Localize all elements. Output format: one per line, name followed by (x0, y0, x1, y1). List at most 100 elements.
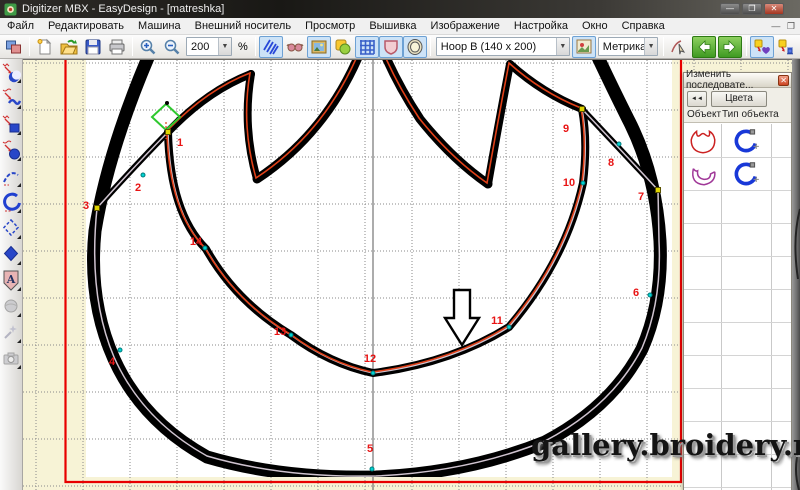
arrow-left-icon (695, 38, 713, 56)
menu-внешний-носитель[interactable]: Внешний носитель (188, 19, 298, 33)
shapes-overlap-button[interactable] (331, 36, 355, 58)
arrow-left-button[interactable] (692, 36, 716, 58)
toolbar-separator (132, 37, 133, 56)
new-doc-button[interactable] (33, 36, 57, 58)
menu-машина[interactable]: Машина (131, 19, 188, 33)
grid-view-button[interactable] (355, 36, 379, 58)
colors-button[interactable]: Цвета (711, 91, 767, 107)
object-thumbnail-row1[interactable] (686, 126, 720, 156)
digitize-tool-column: A (0, 59, 23, 490)
stitch-view-button[interactable] (259, 36, 283, 58)
stitch-view-icon (262, 38, 280, 56)
open-curve-tool-button[interactable] (0, 163, 22, 189)
column-object-type: Тип объекта (722, 109, 779, 122)
mdi-window-controls[interactable]: — ❐ (771, 21, 800, 32)
reshape-pointer-button[interactable] (667, 36, 691, 58)
shapes-overlap-icon (334, 38, 352, 56)
zoom-out-button[interactable] (160, 36, 184, 58)
shade-glasses-icon (286, 38, 304, 56)
close-button[interactable]: ✕ (764, 3, 784, 15)
object-type-icon-row1[interactable] (726, 126, 766, 156)
panel-title: Изменить последовате... (686, 69, 778, 91)
zoom-out-icon (163, 38, 181, 56)
window-edge-strip (792, 59, 800, 490)
chevron-down-icon[interactable]: ▼ (556, 38, 569, 55)
zoom-in-button[interactable] (136, 36, 160, 58)
window-title: Digitizer MBX - EasyDesign - [matreshka] (22, 3, 224, 15)
minimize-button[interactable]: — (720, 3, 740, 15)
hoop-oval-icon (406, 38, 424, 56)
chevron-down-icon[interactable]: ▼ (218, 38, 231, 55)
percent-label: % (234, 41, 252, 53)
panel-close-icon[interactable]: ✕ (778, 75, 789, 86)
main-toolbar: 200▼% Hoop B (140 x 200)▼ Метрика▼ (0, 35, 800, 59)
toolbar-separator (29, 37, 30, 56)
toolbar-separator (663, 37, 664, 56)
window-titlebar: Digitizer MBX - EasyDesign - [matreshka]… (0, 0, 800, 18)
circle-fill-tool-button[interactable] (0, 137, 22, 163)
design-views-icon (5, 38, 23, 56)
shade-glasses-button[interactable] (283, 36, 307, 58)
object-thumbnail-row2[interactable] (686, 159, 720, 189)
reshape-pointer-icon (670, 38, 688, 56)
arrow-right-button[interactable] (718, 36, 742, 58)
seq-spool-icon (777, 38, 795, 56)
print-icon (108, 38, 126, 56)
save-floppy-icon (84, 38, 102, 56)
seq-spool-button[interactable] (774, 36, 798, 58)
seq-color-icon (753, 38, 771, 56)
menu-просмотр[interactable]: Просмотр (298, 19, 362, 33)
save-floppy-button[interactable] (81, 36, 105, 58)
toolbar-separator (255, 37, 256, 56)
hoop-combo[interactable]: Hoop B (140 x 200)▼ (436, 37, 570, 56)
svg-text:A: A (6, 273, 16, 286)
app-icon (4, 3, 17, 16)
object-type-icon-row2[interactable] (726, 159, 766, 189)
image-small-button[interactable] (572, 36, 596, 58)
maximize-button[interactable]: ❐ (742, 3, 762, 15)
print-button[interactable] (105, 36, 129, 58)
arrow-right-icon (721, 38, 739, 56)
image-view-button[interactable] (307, 36, 331, 58)
menubar: ФайлРедактироватьМашинаВнешний носительП… (0, 18, 800, 35)
hoop-shield-icon (382, 38, 400, 56)
menu-редактировать[interactable]: Редактировать (41, 19, 131, 33)
square-fill-tool-button[interactable] (0, 111, 22, 137)
lettering-tool-button[interactable]: A (0, 267, 22, 293)
design-artwork (23, 60, 793, 490)
units-combo[interactable]: Метрика▼ (598, 37, 658, 56)
closed-curve-tool-button[interactable] (0, 189, 22, 215)
chevron-down-icon[interactable]: ▼ (644, 38, 656, 55)
resequence-panel: Изменить последовате... ✕ ◄◄ Цвета Объек… (683, 72, 792, 490)
menu-окно[interactable]: Окно (575, 19, 615, 33)
column-object: Объект (684, 109, 722, 122)
menu-справка[interactable]: Справка (615, 19, 672, 33)
design-canvas[interactable]: 1234567891011121314 (23, 59, 793, 490)
run-stitch-tool-button[interactable] (0, 85, 22, 111)
zoom-combo[interactable]: 200▼ (186, 37, 232, 56)
toolbar-separator (430, 37, 431, 56)
panel-titlebar: Изменить последовате... ✕ (684, 73, 791, 88)
sphere-tool-button (0, 293, 22, 319)
open-folder-button[interactable] (57, 36, 81, 58)
hoop-shield-button[interactable] (379, 36, 403, 58)
grid-view-icon (358, 38, 376, 56)
diamond-outline-tool-button[interactable] (0, 215, 22, 241)
open-folder-icon (60, 38, 78, 56)
toolbar-separator (746, 37, 747, 56)
diamond-fill-tool-button[interactable] (0, 241, 22, 267)
crescent-fill-tool-button[interactable] (0, 59, 22, 85)
resequence-back-button[interactable]: ◄◄ (687, 91, 707, 107)
menu-изображение[interactable]: Изображение (424, 19, 507, 33)
menu-файл[interactable]: Файл (0, 19, 41, 33)
hoop-oval-button[interactable] (403, 36, 427, 58)
panel-column-headers: Объект Тип объекта (684, 109, 791, 123)
object-list (684, 123, 791, 490)
seq-color-button[interactable] (750, 36, 774, 58)
zoom-in-icon (139, 38, 157, 56)
camera-tool-button (0, 345, 22, 371)
design-views-button[interactable] (2, 36, 26, 58)
magic-wand-tool-button (0, 319, 22, 345)
menu-настройка[interactable]: Настройка (507, 19, 575, 33)
menu-вышивка[interactable]: Вышивка (362, 19, 423, 33)
